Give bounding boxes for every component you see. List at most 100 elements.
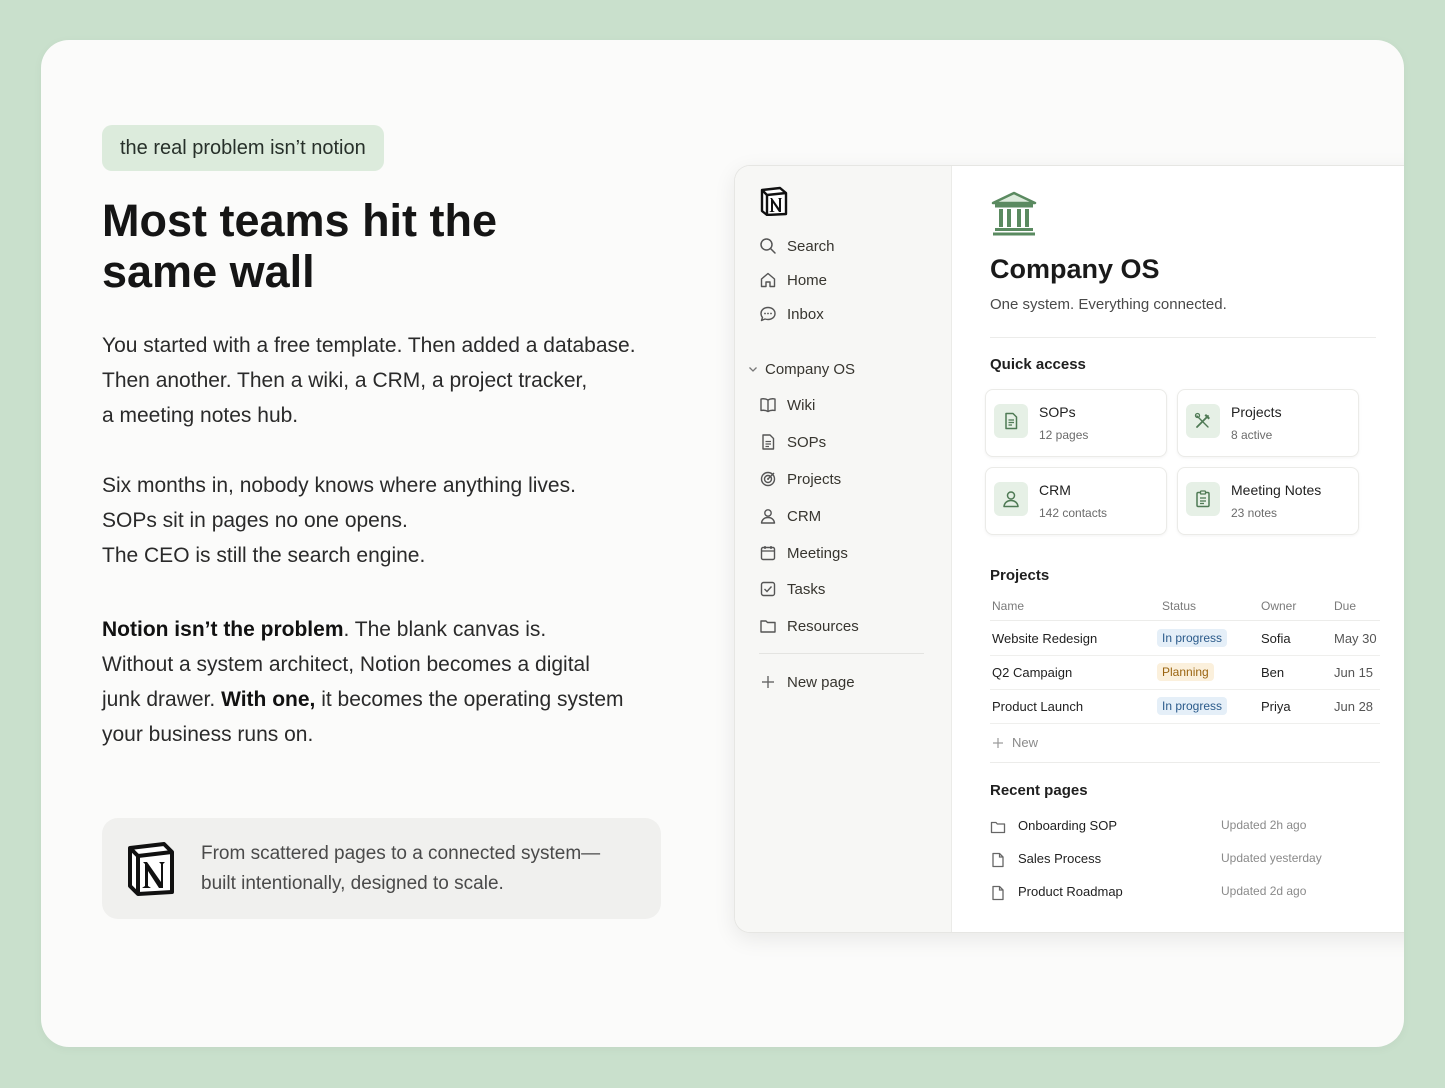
- text-span: . The blank canvas is.: [343, 618, 547, 641]
- column-header-status[interactable]: Status: [1162, 599, 1196, 613]
- cell-owner: Sofia: [1261, 631, 1291, 646]
- paragraph-line: your business runs on.: [102, 723, 314, 746]
- quick-access-subtitle: 23 notes: [1231, 506, 1278, 520]
- cell-due: May 30: [1334, 631, 1377, 646]
- page-title: Company OS: [990, 254, 1160, 284]
- sidebar-item-label: Home: [787, 271, 828, 289]
- sidebar-item-search[interactable]: Search: [759, 233, 939, 259]
- status-badge: In progress: [1157, 629, 1228, 647]
- quick-access-icon-box: [994, 482, 1028, 516]
- calendar-icon: [760, 546, 776, 561]
- paragraph-line: Notion isn’t the problem. The blank canv…: [102, 612, 702, 647]
- recent-page-name: Product Roadmap: [1018, 884, 1123, 899]
- inbox-icon: [760, 306, 776, 322]
- quote-box: From scattered pages to a connected syst…: [102, 818, 661, 919]
- tools-icon: [1194, 412, 1210, 428]
- notion-logo-icon[interactable]: [759, 186, 789, 216]
- user-icon: [760, 509, 776, 524]
- paragraph-line: junk drawer. With one, it becomes the op…: [102, 682, 702, 717]
- sidebar-item-sops[interactable]: SOPs: [759, 429, 939, 455]
- quick-access-card-sops[interactable]: SOPs 12 pages: [985, 389, 1167, 457]
- sidebar-item-projects[interactable]: Projects: [759, 466, 939, 492]
- quick-access-subtitle: 142 contacts: [1039, 506, 1108, 520]
- sidebar-item-crm[interactable]: CRM: [759, 503, 939, 529]
- quick-access-card-meeting-notes[interactable]: Meeting Notes 23 notes: [1177, 467, 1359, 535]
- status-badge: Planning: [1157, 663, 1214, 681]
- table-row[interactable]: Website Redesign In progress Sofia May 3…: [990, 622, 1380, 656]
- quick-access-title-text: Projects: [1231, 404, 1282, 420]
- recent-page-name: Sales Process: [1018, 851, 1102, 866]
- cell-due: Jun 15: [1334, 665, 1374, 680]
- sidebar-section-company-os[interactable]: Company OS: [747, 358, 855, 380]
- column-header-due[interactable]: Due: [1334, 599, 1356, 613]
- sidebar-item-label: SOPs: [787, 433, 827, 451]
- cell-name: Q2 Campaign: [992, 665, 1073, 680]
- bank-building-icon: [991, 191, 1037, 236]
- divider: [990, 337, 1376, 338]
- cell-due: Jun 28: [1334, 699, 1374, 714]
- new-row-button[interactable]: New: [992, 735, 1038, 750]
- sidebar-item-inbox[interactable]: Inbox: [759, 301, 939, 327]
- eyebrow-tag: the real problem isn’t notion: [102, 125, 384, 171]
- recent-page-item[interactable]: Onboarding SOP Updated 2h ago: [990, 817, 1390, 839]
- sidebar: Search Home Inbox Company OS Wiki SOPs P…: [735, 166, 952, 932]
- recent-pages-title: Recent pages: [990, 782, 1088, 799]
- text-span: junk drawer.: [102, 688, 222, 711]
- paragraph-line: Without a system architect, Notion becom…: [102, 653, 590, 676]
- cell-owner: Priya: [1261, 699, 1291, 714]
- quick-access-subtitle: 12 pages: [1039, 428, 1089, 442]
- chevron-down-icon: [749, 367, 757, 372]
- status-badge: In progress: [1157, 697, 1228, 715]
- recent-page-name: Onboarding SOP: [1018, 818, 1118, 833]
- quick-access-icon-box: [1186, 404, 1220, 438]
- main-content: Company OS One system. Everything connec…: [952, 166, 1404, 932]
- table-row[interactable]: Product Launch In progress Priya Jun 28: [990, 690, 1380, 724]
- sidebar-divider: [759, 653, 924, 654]
- paragraph-line: You started with a free template. Then a…: [102, 334, 636, 357]
- paragraph-intro: You started with a free template. Then a…: [102, 328, 702, 433]
- recent-page-updated: Updated yesterday: [1221, 851, 1322, 865]
- new-page-button[interactable]: New page: [759, 669, 939, 695]
- sidebar-item-label: Inbox: [787, 305, 824, 323]
- plus-icon: [762, 676, 774, 688]
- page-icon: [992, 885, 1004, 901]
- notes-icon: [1196, 490, 1210, 508]
- book-icon: [760, 398, 776, 413]
- paragraph-problem: Six months in, nobody knows where anythi…: [102, 468, 702, 573]
- quote-line: From scattered pages to a connected syst…: [201, 843, 601, 864]
- quick-access-card-crm[interactable]: CRM 142 contacts: [985, 467, 1167, 535]
- paragraph-line: The CEO is still the search engine.: [102, 544, 426, 567]
- sidebar-item-tasks[interactable]: Tasks: [759, 576, 939, 602]
- projects-title: Projects: [990, 567, 1050, 584]
- quick-access-title-text: Meeting Notes: [1231, 482, 1322, 498]
- home-icon: [760, 272, 776, 288]
- quote-text: From scattered pages to a connected syst…: [201, 839, 641, 899]
- sidebar-item-label: Meetings: [787, 544, 848, 562]
- quote-line: built intentionally, designed to scale.: [201, 873, 504, 894]
- quick-access-icon-box: [994, 404, 1028, 438]
- page-icon: [992, 852, 1004, 868]
- quick-access-title: Quick access: [990, 356, 1086, 373]
- cell-name: Product Launch: [992, 699, 1084, 714]
- sidebar-item-label: Resources: [787, 617, 859, 635]
- user-icon: [1003, 491, 1019, 508]
- table-row[interactable]: Q2 Campaign Planning Ben Jun 15: [990, 656, 1380, 690]
- column-header-owner[interactable]: Owner: [1261, 599, 1296, 613]
- sidebar-item-resources[interactable]: Resources: [759, 613, 939, 639]
- sidebar-item-label: Search: [787, 237, 835, 255]
- document-icon: [1005, 412, 1018, 430]
- sidebar-item-wiki[interactable]: Wiki: [759, 392, 939, 418]
- recent-page-item[interactable]: Sales Process Updated yesterday: [990, 850, 1390, 872]
- sidebar-item-meetings[interactable]: Meetings: [759, 540, 939, 566]
- sidebar-item-label: Tasks: [787, 580, 826, 598]
- recent-page-item[interactable]: Product Roadmap Updated 2d ago: [990, 883, 1390, 905]
- quick-access-card-projects[interactable]: Projects 8 active: [1177, 389, 1359, 457]
- quick-access-icon-box: [1186, 482, 1220, 516]
- folder-icon: [990, 821, 1006, 834]
- document-icon: [762, 434, 775, 450]
- notion-app-window: Search Home Inbox Company OS Wiki SOPs P…: [734, 165, 1404, 933]
- paragraph-line: Six months in, nobody knows where anythi…: [102, 474, 576, 497]
- column-header-name[interactable]: Name: [992, 599, 1024, 613]
- paragraph-line: Then another. Then a wiki, a CRM, a proj…: [102, 369, 588, 392]
- sidebar-item-home[interactable]: Home: [759, 267, 939, 293]
